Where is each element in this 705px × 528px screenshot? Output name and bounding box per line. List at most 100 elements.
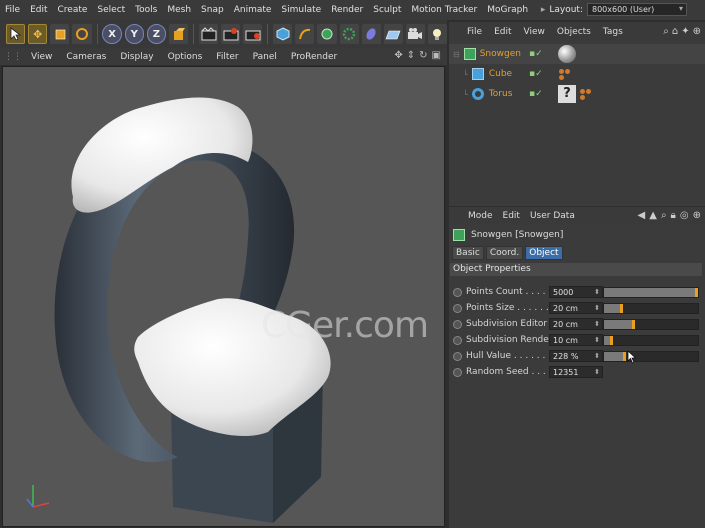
render-to-picture-viewer-icon[interactable] [221, 24, 241, 44]
coordinate-system-icon[interactable] [169, 24, 189, 44]
home-icon[interactable]: ⌂ [672, 26, 678, 37]
deformer-icon[interactable] [361, 24, 381, 44]
render-view-icon[interactable] [199, 24, 219, 44]
viewport-menu-panel[interactable]: Panel [246, 52, 284, 62]
pan-icon[interactable]: ✥ [394, 50, 402, 61]
menu-create[interactable]: Create [53, 5, 93, 15]
viewport-menu-view[interactable]: View [24, 52, 59, 62]
search-icon[interactable]: ⌕ [663, 26, 669, 37]
property-slider[interactable] [603, 318, 699, 330]
pen-spline-icon[interactable] [295, 24, 315, 44]
menu-animate[interactable]: Animate [229, 5, 277, 15]
viewport-menu-cameras[interactable]: Cameras [59, 52, 113, 62]
am-menu-edit[interactable]: Edit [498, 211, 525, 221]
animate-radio-icon[interactable] [453, 319, 462, 329]
property-slider[interactable] [603, 334, 699, 346]
property-value-field[interactable]: 228 % [549, 350, 603, 362]
rotate-tool-icon[interactable] [72, 24, 92, 44]
tab-object[interactable]: Object [525, 246, 563, 260]
layout-select[interactable]: 800x600 (User) [587, 3, 687, 16]
menu-edit[interactable]: Edit [25, 5, 52, 15]
object-name[interactable]: Cube [489, 69, 512, 79]
menu-tools[interactable]: Tools [130, 5, 162, 15]
tab-coord[interactable]: Coord. [485, 246, 524, 260]
om-menu-edit[interactable]: Edit [488, 27, 517, 37]
animate-radio-icon[interactable] [453, 287, 462, 297]
dolly-icon[interactable]: ⇕ [407, 50, 415, 61]
om-menu-view[interactable]: View [518, 27, 551, 37]
camera-icon[interactable] [405, 24, 425, 44]
visibility-toggle-icon[interactable]: ▪✓ [529, 89, 543, 99]
visibility-toggle-icon[interactable]: ▪✓ [529, 49, 543, 59]
orbit-icon[interactable]: ↻ [419, 50, 427, 61]
om-menu-tags[interactable]: Tags [597, 27, 629, 37]
menu-mograph[interactable]: MoGraph [482, 5, 533, 15]
property-slider[interactable] [603, 350, 699, 362]
menu-motion-tracker[interactable]: Motion Tracker [406, 5, 482, 15]
menu-snap[interactable]: Snap [196, 5, 229, 15]
viewport-menu-filter[interactable]: Filter [209, 52, 245, 62]
slider-knob[interactable] [632, 319, 636, 329]
move-tool-icon[interactable]: ✥ [28, 24, 48, 44]
y-axis-lock-button[interactable]: Y [124, 24, 144, 44]
om-menu-file[interactable]: File [461, 27, 488, 37]
3d-viewport[interactable]: CGer.com [2, 66, 445, 527]
viewport-menu-options[interactable]: Options [161, 52, 210, 62]
property-value-field[interactable]: 20 cm [549, 318, 603, 330]
animate-radio-icon[interactable] [453, 335, 462, 345]
viewport-menu-display[interactable]: Display [113, 52, 160, 62]
tab-basic[interactable]: Basic [452, 246, 484, 260]
unknown-tag-icon[interactable]: ? [558, 85, 576, 103]
menu-render[interactable]: Render [326, 5, 368, 15]
property-slider[interactable] [603, 286, 699, 298]
slider-knob[interactable] [610, 335, 614, 345]
property-value-field[interactable]: 10 cm [549, 334, 603, 346]
am-menu-mode[interactable]: Mode [463, 211, 498, 221]
snow-tag-icon[interactable] [580, 88, 592, 100]
scale-tool-icon[interactable] [50, 24, 70, 44]
subdivision-surface-icon[interactable] [317, 24, 337, 44]
property-slider[interactable] [603, 302, 699, 314]
new-window-icon[interactable]: ⊕ [693, 210, 701, 221]
object-name[interactable]: Torus [489, 89, 513, 99]
snow-tag-icon[interactable] [559, 68, 571, 80]
bookmark-icon[interactable]: ✦ [681, 26, 689, 37]
menu-sculpt[interactable]: Sculpt [368, 5, 406, 15]
menu-select[interactable]: Select [92, 5, 130, 15]
lock-icon[interactable]: 🔒︎ [671, 210, 676, 221]
z-axis-lock-button[interactable]: Z [146, 24, 166, 44]
select-tool-icon[interactable] [6, 24, 26, 44]
am-menu-user-data[interactable]: User Data [525, 211, 580, 221]
object-row-snowgen[interactable]: ⊟ Snowgen ▪✓ [449, 44, 705, 64]
search-icon[interactable]: ⌕ [661, 210, 667, 221]
material-tag-icon[interactable] [558, 45, 576, 63]
cloner-icon[interactable] [339, 24, 359, 44]
property-value-field[interactable]: 5000 [549, 286, 603, 298]
render-settings-icon[interactable] [243, 24, 263, 44]
up-arrow-icon[interactable]: ▲ [649, 210, 657, 221]
maximize-icon[interactable]: ▣ [432, 50, 441, 61]
animate-radio-icon[interactable] [453, 351, 462, 361]
property-value-field[interactable]: 20 cm [549, 302, 603, 314]
new-window-icon[interactable]: ⊕ [693, 26, 701, 37]
menu-file[interactable]: File [0, 5, 25, 15]
object-name[interactable]: Snowgen [480, 49, 521, 59]
object-row-torus[interactable]: └ Torus ▪✓ ? [449, 84, 705, 104]
om-menu-objects[interactable]: Objects [551, 27, 597, 37]
cube-primitive-icon[interactable] [273, 24, 293, 44]
viewport-menu-prorender[interactable]: ProRender [284, 52, 344, 62]
object-row-cube[interactable]: └ Cube ▪✓ [449, 64, 705, 84]
back-arrow-icon[interactable]: ◀ [638, 210, 646, 221]
animate-radio-icon[interactable] [453, 367, 462, 377]
animate-radio-icon[interactable] [453, 303, 462, 313]
floor-icon[interactable] [383, 24, 403, 44]
property-value-field[interactable]: 12351 [549, 366, 603, 378]
visibility-toggle-icon[interactable]: ▪✓ [529, 69, 543, 79]
slider-knob[interactable] [695, 287, 698, 297]
slider-knob[interactable] [622, 351, 626, 361]
target-icon[interactable]: ◎ [680, 210, 689, 221]
slider-knob[interactable] [619, 303, 623, 313]
menu-simulate[interactable]: Simulate [276, 5, 326, 15]
light-icon[interactable] [427, 24, 448, 44]
x-axis-lock-button[interactable]: X [102, 24, 122, 44]
